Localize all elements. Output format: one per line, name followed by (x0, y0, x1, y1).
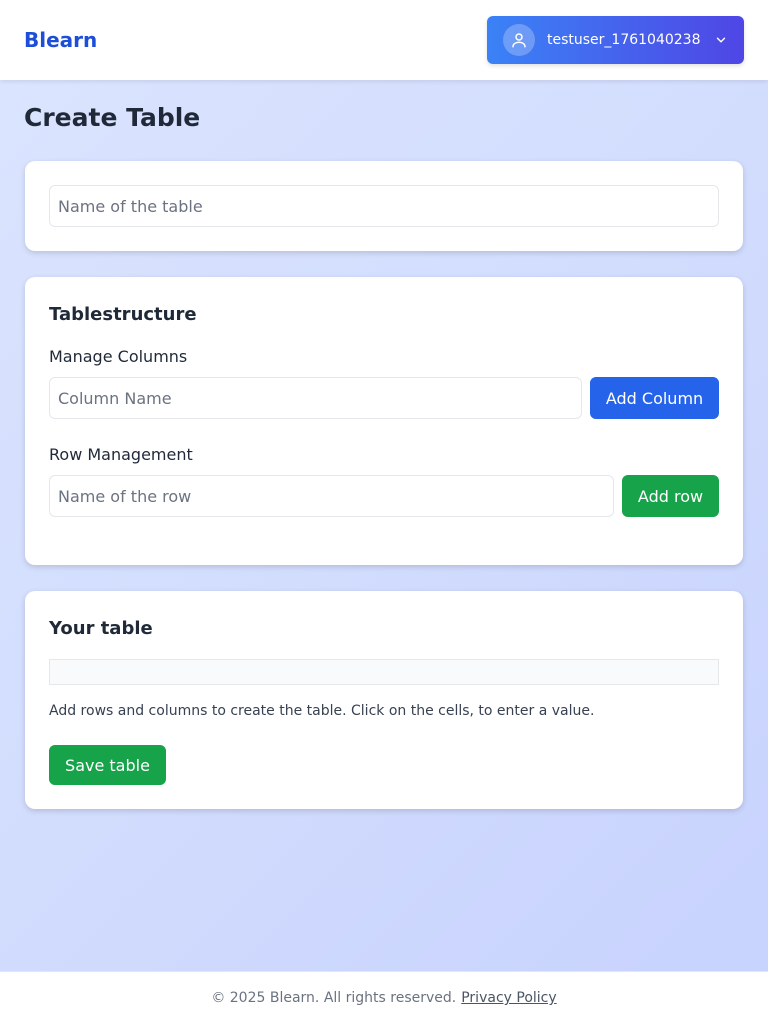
table-name-card (25, 161, 743, 251)
chevron-down-icon (714, 33, 728, 47)
manage-columns-label: Manage Columns (49, 347, 188, 366)
table-preview (49, 659, 719, 685)
copyright-text: © 2025 Blearn. All rights reserved. (211, 990, 457, 1006)
top-header: Blearn testuser_1761040238 (0, 0, 768, 80)
save-table-button[interactable]: Save table (49, 745, 166, 785)
table-name-input[interactable] (49, 185, 719, 227)
your-table-card: Your table Add rows and columns to creat… (25, 591, 743, 809)
your-table-title: Your table (49, 618, 153, 639)
structure-title: Tablestructure (49, 304, 197, 325)
username-label: testuser_1761040238 (547, 32, 701, 48)
row-management-label: Row Management (49, 445, 193, 464)
row-name-input[interactable] (49, 475, 614, 517)
table-hint-text: Add rows and columns to create the table… (49, 703, 595, 719)
privacy-policy-link[interactable]: Privacy Policy (461, 990, 556, 1006)
column-name-input[interactable] (49, 377, 582, 419)
brand-logo[interactable]: Blearn (24, 28, 97, 52)
page-title: Create Table (24, 103, 201, 132)
add-column-button[interactable]: Add Column (590, 377, 719, 419)
table-structure-card: Tablestructure Manage Columns Add Column… (25, 277, 743, 565)
user-icon (503, 24, 535, 56)
page-footer: © 2025 Blearn. All rights reserved. Priv… (0, 971, 768, 1024)
add-row-button[interactable]: Add row (622, 475, 719, 517)
user-menu-button[interactable]: testuser_1761040238 (487, 16, 744, 64)
